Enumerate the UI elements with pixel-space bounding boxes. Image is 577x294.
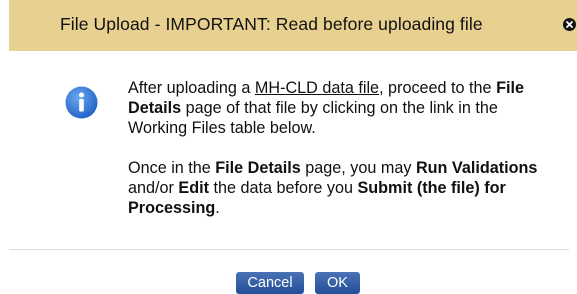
message-text: . [215,199,220,217]
message-text: , proceed to the [379,79,497,97]
mh-cld-data-file-link[interactable]: MH-CLD data file [255,79,379,97]
close-icon[interactable] [563,18,576,31]
message-text: After uploading a [128,79,255,97]
cancel-button[interactable]: Cancel [236,272,304,294]
dialog-title: File Upload - IMPORTANT: Read before upl… [60,14,483,34]
message-bold-text: File Details [215,159,301,177]
message-paragraph-2: Once in the File Details page, you may R… [128,158,548,218]
message-paragraph-1: After uploading a MH-CLD data file, proc… [128,78,548,138]
dialog-header: File Upload - IMPORTANT: Read before upl… [9,0,577,51]
dialog-message: After uploading a MH-CLD data file, proc… [128,78,548,218]
message-text: and/or [128,179,179,197]
file-upload-dialog: File Upload - IMPORTANT: Read before upl… [0,0,577,294]
message-text: page of that file by clicking on the lin… [128,99,498,137]
message-bold-text: Run Validations [415,159,538,177]
message-text: the data before you [208,179,358,197]
message-text: page, you may [300,159,416,177]
footer-divider [9,249,569,250]
info-icon [65,86,98,119]
ok-button[interactable]: OK [315,272,360,294]
message-bold-text: Edit [178,179,209,197]
message-text: Once in the [128,159,216,177]
